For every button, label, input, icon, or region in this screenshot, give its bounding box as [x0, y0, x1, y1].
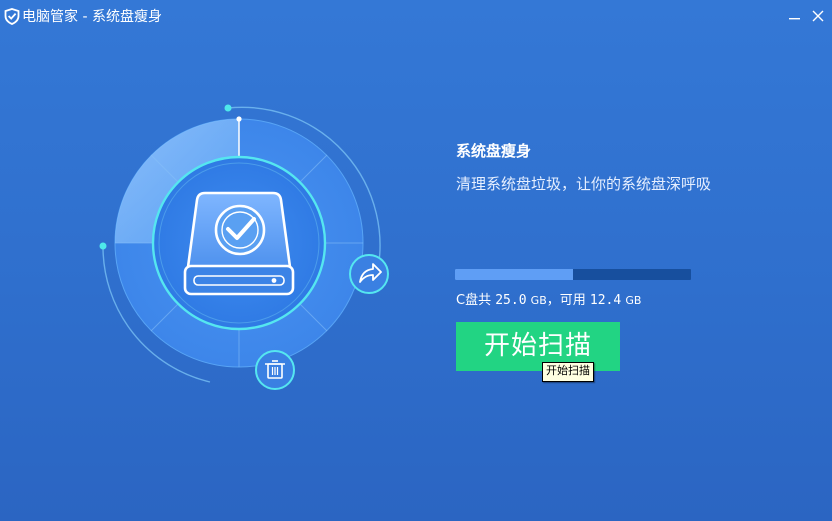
share-arrow-icon: [349, 254, 389, 294]
scan-tooltip: 开始扫描: [542, 362, 594, 382]
disk-free-unit: GB: [625, 294, 642, 307]
feature-description: 清理系统盘垃圾，让你的系统盘深呼吸: [456, 175, 712, 193]
disk-free-label: ，可用: [546, 293, 586, 308]
disk-usage-fill: [455, 269, 573, 280]
disk-free-value: 12.4: [589, 293, 622, 308]
close-icon: [808, 6, 828, 26]
hard-drive-check-icon: [183, 191, 295, 296]
main-window: 电脑管家 - 系统盘瘦身 系统盘瘦身 清理系统盘垃圾，让你的系统盘深呼吸 C盘共…: [0, 0, 832, 521]
title-bar: 电脑管家 - 系统盘瘦身: [0, 0, 832, 34]
minimize-button[interactable]: [784, 6, 804, 26]
window-title: 电脑管家 - 系统盘瘦身: [22, 9, 162, 25]
disk-total-value: 25.0: [495, 293, 527, 308]
disk-info: C盘共 25.0 GB，可用 12.4 GB: [456, 292, 641, 310]
minimize-icon: [784, 6, 804, 26]
disk-usage-bar: [455, 269, 691, 280]
disk-total-unit: GB: [530, 294, 547, 307]
trash-icon: [255, 350, 295, 390]
orbit-dot: [99, 242, 107, 250]
feature-title: 系统盘瘦身: [456, 142, 532, 160]
orbit-dot: [224, 104, 232, 112]
app-logo-icon: [4, 8, 20, 25]
start-scan-button[interactable]: 开始扫描: [456, 322, 620, 371]
close-button[interactable]: [808, 6, 828, 26]
disk-illustration: [92, 96, 392, 396]
disk-label: C盘共: [456, 293, 492, 308]
